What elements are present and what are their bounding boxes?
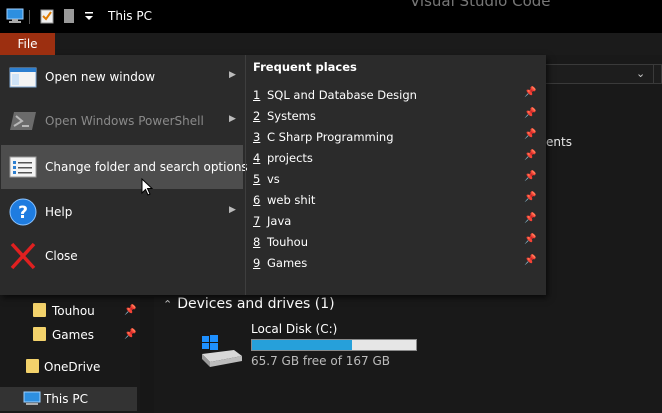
dropdown-separator — [653, 64, 654, 84]
devices-heading-label: Devices and drives (1) — [177, 296, 335, 312]
powershell-icon — [10, 112, 36, 130]
close-icon — [10, 242, 36, 270]
nav-item-this-pc[interactable]: This PC — [44, 392, 88, 406]
frequent-place-number: 1 — [253, 88, 261, 102]
frequent-places-heading: Frequent places — [253, 60, 357, 74]
title-bar: This PC Visual Studio Code — [0, 0, 662, 33]
onedrive-folder-icon — [26, 359, 39, 373]
new-folder-icon[interactable] — [63, 8, 75, 24]
file-menu-commands: Open new window ▶ Open Windows PowerShel… — [0, 55, 248, 295]
help-icon: ? — [9, 198, 37, 226]
frequent-place-item[interactable]: 8 Touhou 📌 — [246, 231, 544, 252]
frequent-place-number: 4 — [253, 151, 261, 165]
pin-icon[interactable]: 📌 — [524, 87, 536, 98]
collapse-chevron-icon[interactable]: ⌃ — [163, 298, 172, 311]
file-menu: Open new window ▶ Open Windows PowerShel… — [0, 55, 546, 295]
folder-icon — [33, 327, 46, 341]
frequent-place-number: 3 — [253, 130, 261, 144]
nav-item-onedrive[interactable]: OneDrive — [44, 360, 100, 374]
frequent-place-item[interactable]: 4 projects 📌 — [246, 147, 544, 168]
nav-item-touhou[interactable]: Touhou — [52, 304, 95, 318]
menu-item-close[interactable]: Close — [0, 234, 245, 278]
frequent-place-number: 5 — [253, 172, 261, 186]
menu-item-change-folder-options[interactable]: Change folder and search options — [1, 145, 248, 189]
pin-icon[interactable]: 📌 — [524, 234, 536, 245]
window-title: This PC — [108, 9, 152, 23]
nav-item-games[interactable]: Games — [52, 328, 94, 342]
file-tab[interactable]: File — [0, 33, 55, 55]
submenu-arrow-icon: ▶ — [229, 205, 236, 215]
background-partial-text: ents — [546, 135, 572, 149]
drive-free-space: 65.7 GB free of 167 GB — [251, 354, 390, 368]
drive-usage-fill — [252, 340, 352, 350]
pin-icon[interactable]: 📌 — [524, 213, 536, 224]
submenu-arrow-icon: ▶ — [229, 70, 236, 80]
frequent-place-item[interactable]: 2 Systems 📌 — [246, 105, 544, 126]
frequent-place-number: 6 — [253, 193, 261, 207]
frequent-place-label: Touhou — [267, 235, 309, 249]
local-disk-icon[interactable] — [198, 334, 244, 370]
svg-text:?: ? — [18, 203, 28, 223]
background-window-title: Visual Studio Code — [410, 0, 551, 10]
frequent-place-number: 9 — [253, 256, 261, 270]
this-pc-icon[interactable] — [6, 8, 24, 24]
pin-icon[interactable]: 📌 — [524, 171, 536, 182]
options-icon — [9, 156, 37, 178]
chevron-down-icon[interactable]: ⌄ — [636, 64, 645, 84]
frequent-place-label: Systems — [267, 109, 316, 123]
menu-item-open-powershell[interactable]: Open Windows PowerShell ▶ — [0, 99, 245, 143]
frequent-place-number: 7 — [253, 214, 261, 228]
frequent-place-label: Java — [267, 214, 292, 228]
submenu-arrow-icon: ▶ — [229, 114, 236, 124]
menu-item-help[interactable]: ? Help ▶ — [0, 190, 245, 234]
menu-item-label: Close — [45, 249, 78, 263]
this-pc-icon — [23, 391, 41, 405]
folder-icon — [33, 303, 46, 317]
frequent-place-label: projects — [267, 151, 313, 165]
menu-item-label: Open new window — [45, 70, 156, 84]
nav-scrollbar[interactable] — [140, 295, 154, 413]
ribbon — [0, 33, 662, 55]
pin-icon[interactable]: 📌 — [124, 329, 136, 340]
window-icon — [9, 67, 37, 88]
frequent-place-label: SQL and Database Design — [267, 88, 417, 102]
frequent-place-label: Games — [267, 256, 308, 270]
pin-icon[interactable]: 📌 — [524, 192, 536, 203]
pin-icon[interactable]: 📌 — [524, 255, 536, 266]
frequent-place-item[interactable]: 1 SQL and Database Design 📌 — [246, 84, 544, 105]
devices-section-heading[interactable]: ⌃ Devices and drives (1) — [163, 296, 335, 312]
properties-icon[interactable] — [40, 8, 54, 24]
frequent-place-item[interactable]: 6 web shit 📌 — [246, 189, 544, 210]
menu-item-label: Help — [45, 205, 73, 219]
drive-usage-bar — [251, 339, 417, 351]
pin-icon[interactable]: 📌 — [524, 129, 536, 140]
frequent-place-item[interactable]: 5 vs 📌 — [246, 168, 544, 189]
pin-icon[interactable]: 📌 — [524, 108, 536, 119]
frequent-place-label: C Sharp Programming — [267, 130, 394, 144]
mouse-cursor-icon — [141, 178, 154, 196]
menu-item-label: Open Windows PowerShell — [45, 114, 204, 128]
frequent-place-number: 8 — [253, 235, 261, 249]
frequent-place-label: web shit — [267, 193, 316, 207]
quick-access-dropdown-icon[interactable] — [84, 8, 94, 24]
frequent-place-number: 2 — [253, 109, 261, 123]
frequent-place-item[interactable]: 3 C Sharp Programming 📌 — [246, 126, 544, 147]
frequent-place-item[interactable]: 9 Games 📌 — [246, 252, 544, 273]
pin-icon[interactable]: 📌 — [524, 150, 536, 161]
pin-icon[interactable]: 📌 — [124, 305, 136, 316]
frequent-place-label: vs — [267, 172, 280, 186]
frequent-place-item[interactable]: 7 Java 📌 — [246, 210, 544, 231]
menu-item-label: Change folder and search options — [45, 160, 248, 174]
menu-item-open-new-window[interactable]: Open new window ▶ — [0, 55, 245, 99]
title-separator — [29, 10, 30, 24]
drive-name[interactable]: Local Disk (C:) — [251, 322, 337, 336]
